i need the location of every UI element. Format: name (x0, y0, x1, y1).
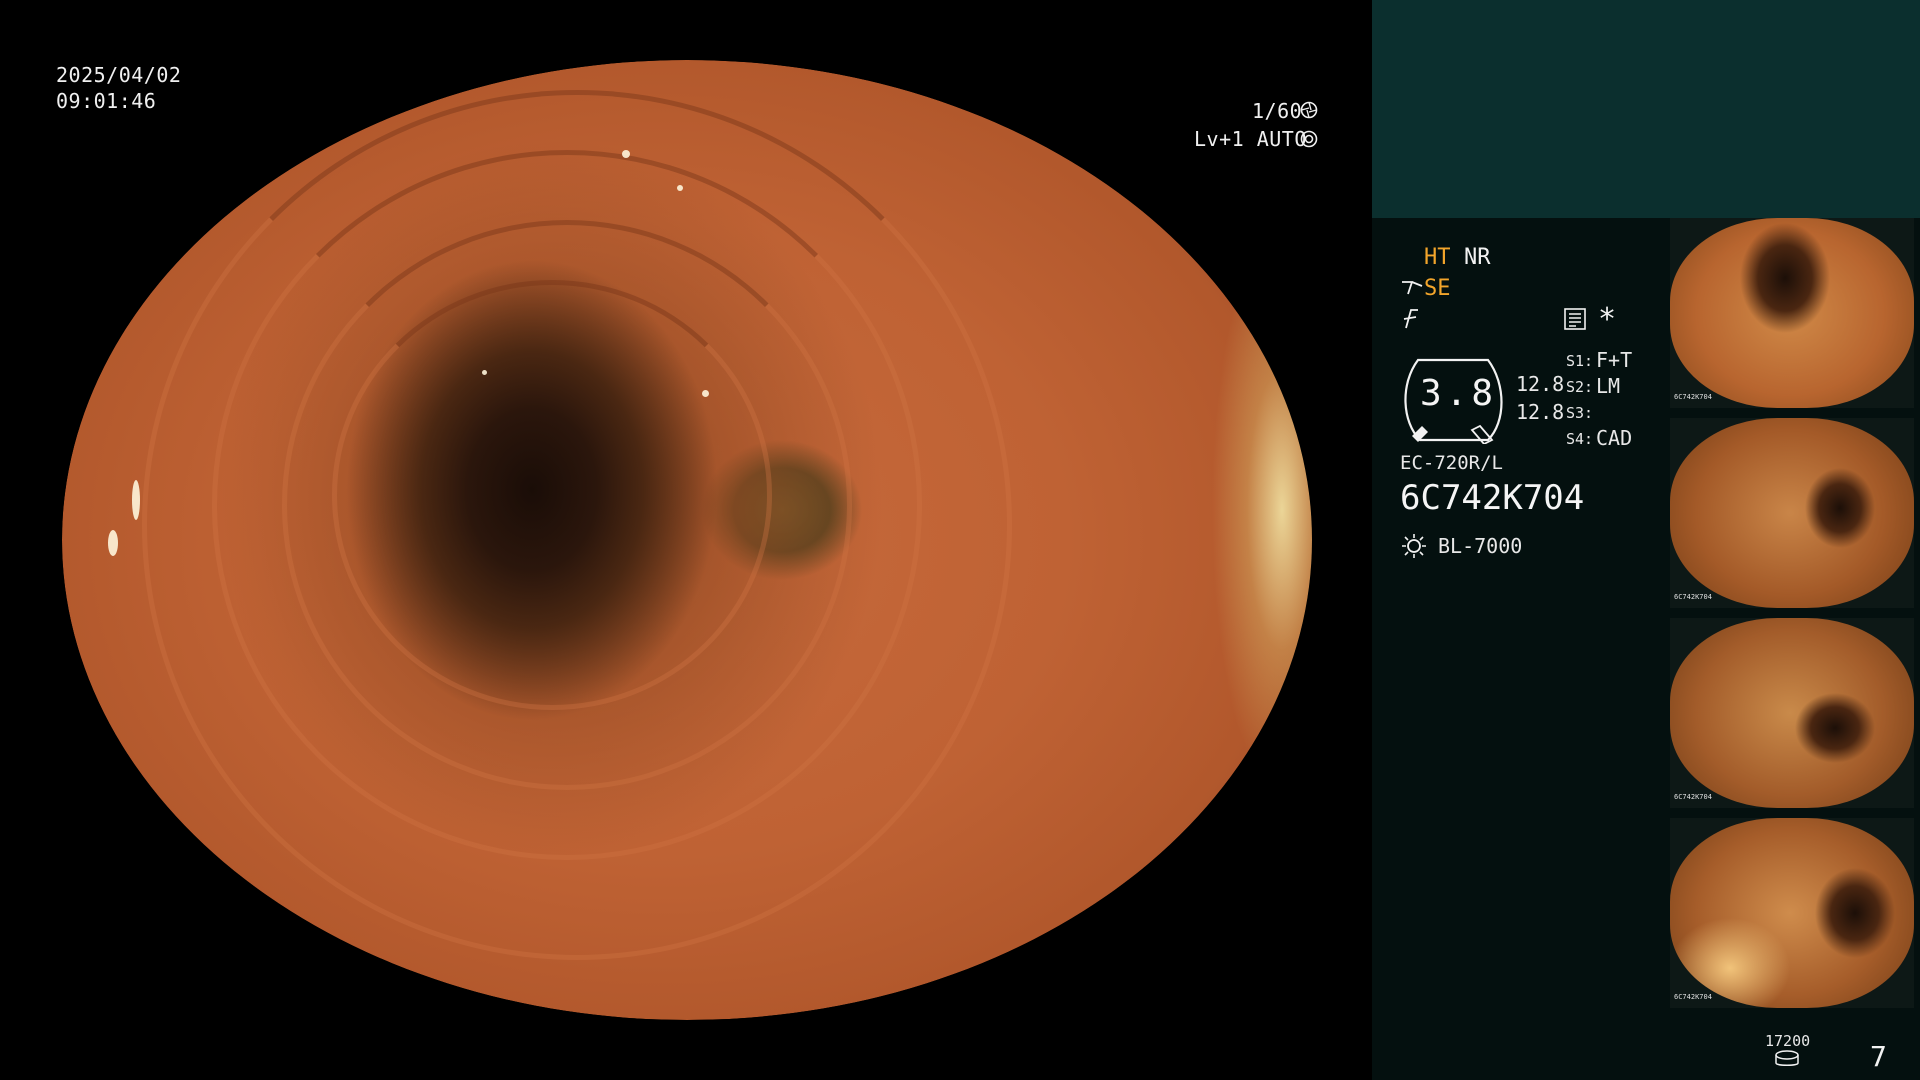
scope-arm-icon (1402, 281, 1423, 295)
switch-2-label: S2: (1566, 378, 1594, 396)
light-reflection (482, 370, 487, 375)
captured-thumbnail[interactable]: 6C742K704 (1670, 618, 1914, 808)
rim-light (1172, 230, 1312, 790)
storage-disk-icon (1775, 1050, 1799, 1066)
thumbnail-serial: 6C742K704 (1674, 993, 1712, 1001)
light-reflection (108, 530, 118, 556)
date-display: 2025/04/02 (56, 63, 182, 87)
ht-indicator: HT (1424, 245, 1451, 270)
dial-right-top: 12.8 (1516, 372, 1565, 396)
f-mode-icon (1403, 309, 1418, 329)
shutter-speed: 1/60 (1252, 99, 1303, 123)
zoom-value: 3.8 (1420, 373, 1498, 414)
thumbnail-serial: 6C742K704 (1674, 593, 1712, 601)
light-source: BL-7000 (1438, 534, 1523, 558)
scope-serial: 6C742K704 (1400, 478, 1585, 518)
storage-count: 17200 (1765, 1032, 1811, 1050)
thumbnail-image (1670, 618, 1914, 808)
shutter-icon (1300, 101, 1318, 119)
light-source-icon (1402, 534, 1426, 558)
asterisk-icon: * (1598, 302, 1617, 337)
captured-thumbnail[interactable]: 6C742K704 (1670, 218, 1914, 408)
captured-thumbnail[interactable]: 6C742K704 (1670, 418, 1914, 608)
thumbnail-image (1670, 218, 1914, 408)
thumbnail-serial: 6C742K704 (1674, 793, 1712, 801)
keyboard-icon (1564, 308, 1586, 330)
switch-2-value: LM (1596, 374, 1621, 398)
switch-3-label: S3: (1566, 404, 1594, 422)
switch-4-label: S4: (1566, 430, 1594, 448)
light-reflection (622, 150, 630, 158)
mucosal-fold (332, 280, 772, 710)
auto-iris-icon (1300, 130, 1318, 148)
switch-1-value: F+T (1596, 348, 1633, 372)
light-reflection (677, 185, 683, 191)
image-count: 7 (1870, 1040, 1887, 1073)
se-indicator: SE (1424, 276, 1451, 301)
scope-model: EC-720R/L (1400, 452, 1503, 474)
dial-right-bottom: 12.8 (1516, 400, 1565, 424)
info-panel-header (1372, 0, 1920, 218)
light-reflection (702, 390, 709, 397)
endoscope-view (62, 60, 1312, 1020)
thumbnail-serial: 6C742K704 (1674, 393, 1712, 401)
switch-4-value: CAD (1596, 426, 1633, 450)
light-reflection (132, 480, 140, 520)
switch-1-label: S1: (1566, 352, 1594, 370)
thumbnail-image (1670, 418, 1914, 608)
thumbnail-image (1670, 818, 1914, 1008)
nr-indicator: NR (1464, 245, 1491, 270)
captured-thumbnail[interactable]: 6C742K704 (1670, 818, 1914, 1008)
light-level: Lv+1 AUTO (1194, 127, 1307, 151)
time-display: 09:01:46 (56, 89, 157, 113)
